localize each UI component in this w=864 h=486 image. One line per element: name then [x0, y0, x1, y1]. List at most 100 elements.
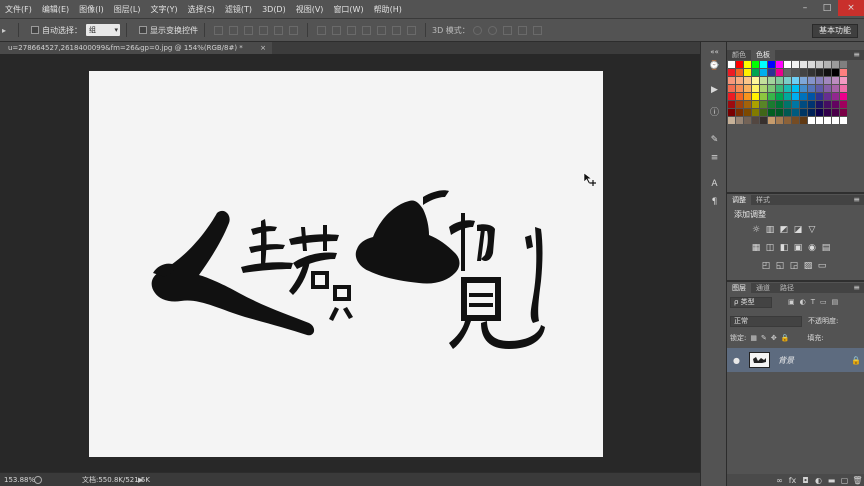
color-swatch[interactable]	[832, 85, 839, 92]
color-swatch[interactable]	[752, 69, 759, 76]
workspace-button[interactable]: 基本功能	[812, 24, 858, 38]
tab-styles[interactable]: 样式	[751, 195, 775, 205]
link-layers-icon[interactable]: ∞	[773, 476, 786, 485]
color-swatch[interactable]	[816, 109, 823, 116]
color-swatch[interactable]	[832, 77, 839, 84]
color-swatch[interactable]	[792, 85, 799, 92]
color-swatch[interactable]	[784, 69, 791, 76]
color-balance-icon[interactable]: ◧	[778, 242, 790, 253]
color-swatch[interactable]	[768, 85, 775, 92]
color-swatch[interactable]	[776, 85, 783, 92]
auto-align-icon[interactable]	[407, 25, 416, 35]
color-swatch[interactable]	[760, 109, 767, 116]
color-swatch[interactable]	[800, 69, 807, 76]
color-swatch[interactable]	[800, 117, 807, 124]
color-swatch[interactable]	[816, 101, 823, 108]
tab-color[interactable]: 颜色	[727, 50, 751, 60]
color-swatch[interactable]	[824, 61, 831, 68]
color-swatch[interactable]	[776, 77, 783, 84]
color-swatch[interactable]	[760, 69, 767, 76]
distribute-vcenter-icon[interactable]	[332, 25, 341, 35]
minimize-button[interactable]: –	[794, 0, 816, 16]
color-swatch[interactable]	[800, 77, 807, 84]
color-swatch[interactable]	[840, 93, 847, 100]
brush-icon[interactable]: ✎	[709, 134, 720, 145]
color-swatch[interactable]	[752, 93, 759, 100]
color-swatch[interactable]	[840, 85, 847, 92]
delete-layer-icon[interactable]: 🗑	[851, 476, 864, 485]
distribute-bottom-icon[interactable]	[347, 25, 356, 35]
color-swatch[interactable]	[728, 69, 735, 76]
tool-preset-icon[interactable]: ▸	[0, 26, 12, 35]
color-swatch[interactable]	[816, 69, 823, 76]
menu-3d[interactable]: 3D(D)	[257, 5, 291, 14]
color-swatch[interactable]	[792, 109, 799, 116]
color-swatch[interactable]	[728, 77, 735, 84]
color-swatch[interactable]	[800, 61, 807, 68]
color-swatch[interactable]	[824, 77, 831, 84]
color-swatch[interactable]	[776, 117, 783, 124]
canvas-area[interactable]	[0, 54, 700, 472]
color-swatch[interactable]	[744, 69, 751, 76]
color-swatch[interactable]	[832, 117, 839, 124]
color-swatch[interactable]	[808, 117, 815, 124]
color-swatch[interactable]	[816, 117, 823, 124]
paragraph-icon[interactable]: ¶	[709, 196, 720, 207]
align-left-icon[interactable]	[259, 25, 268, 35]
color-swatch[interactable]	[840, 117, 847, 124]
color-swatch[interactable]	[832, 69, 839, 76]
color-swatch[interactable]	[824, 101, 831, 108]
color-swatch[interactable]	[792, 77, 799, 84]
color-swatch[interactable]	[728, 85, 735, 92]
layer-filter-select[interactable]: ρ 类型	[730, 296, 772, 308]
color-swatch[interactable]	[768, 109, 775, 116]
eye-icon[interactable]: ●	[733, 356, 743, 365]
color-swatch[interactable]	[736, 85, 743, 92]
color-swatch[interactable]	[776, 61, 783, 68]
color-swatch[interactable]	[792, 117, 799, 124]
color-swatch[interactable]	[808, 109, 815, 116]
color-swatch[interactable]	[768, 61, 775, 68]
collapse-arrows-icon[interactable]: ««	[709, 46, 720, 57]
show-transform-checkbox[interactable]	[139, 26, 147, 34]
panel-menu-icon[interactable]: ≡	[853, 195, 860, 204]
color-swatch[interactable]	[728, 93, 735, 100]
color-swatch[interactable]	[744, 93, 751, 100]
align-vcenter-icon[interactable]	[229, 25, 238, 35]
color-swatch[interactable]	[808, 101, 815, 108]
layer-style-icon[interactable]: fx	[786, 476, 799, 485]
color-swatch[interactable]	[744, 109, 751, 116]
color-swatch[interactable]	[760, 85, 767, 92]
adjustment-layer-icon[interactable]: ◐	[812, 476, 825, 485]
menu-type[interactable]: 文字(Y)	[145, 4, 182, 15]
invert-icon[interactable]: ◰	[760, 260, 772, 271]
brightness-icon[interactable]: ☼	[750, 224, 762, 235]
color-swatch[interactable]	[744, 85, 751, 92]
color-swatch[interactable]	[744, 117, 751, 124]
color-swatch[interactable]	[840, 69, 847, 76]
menu-filter[interactable]: 滤镜(T)	[220, 4, 257, 15]
color-swatch[interactable]	[808, 61, 815, 68]
color-swatch[interactable]	[768, 101, 775, 108]
color-swatch[interactable]	[832, 101, 839, 108]
color-swatch[interactable]	[832, 109, 839, 116]
new-group-icon[interactable]: ▬	[825, 476, 838, 485]
threshold-icon[interactable]: ◲	[788, 260, 800, 271]
color-swatch[interactable]	[832, 61, 839, 68]
color-swatch[interactable]	[736, 101, 743, 108]
color-swatch[interactable]	[728, 61, 735, 68]
levels-icon[interactable]: ▥	[764, 224, 776, 235]
color-swatch[interactable]	[784, 117, 791, 124]
panel-menu-icon[interactable]: ≡	[853, 50, 860, 59]
distribute-right-icon[interactable]	[392, 25, 401, 35]
distribute-hcenter-icon[interactable]	[377, 25, 386, 35]
color-swatch[interactable]	[768, 77, 775, 84]
color-swatch[interactable]	[728, 109, 735, 116]
color-swatch[interactable]	[840, 101, 847, 108]
color-swatch[interactable]	[752, 101, 759, 108]
color-swatch[interactable]	[776, 109, 783, 116]
gradient-map-icon[interactable]: ▽	[806, 224, 818, 235]
auto-select-dropdown[interactable]: 组	[86, 24, 120, 36]
tab-swatches[interactable]: 色板	[751, 50, 775, 60]
color-swatch[interactable]	[816, 85, 823, 92]
